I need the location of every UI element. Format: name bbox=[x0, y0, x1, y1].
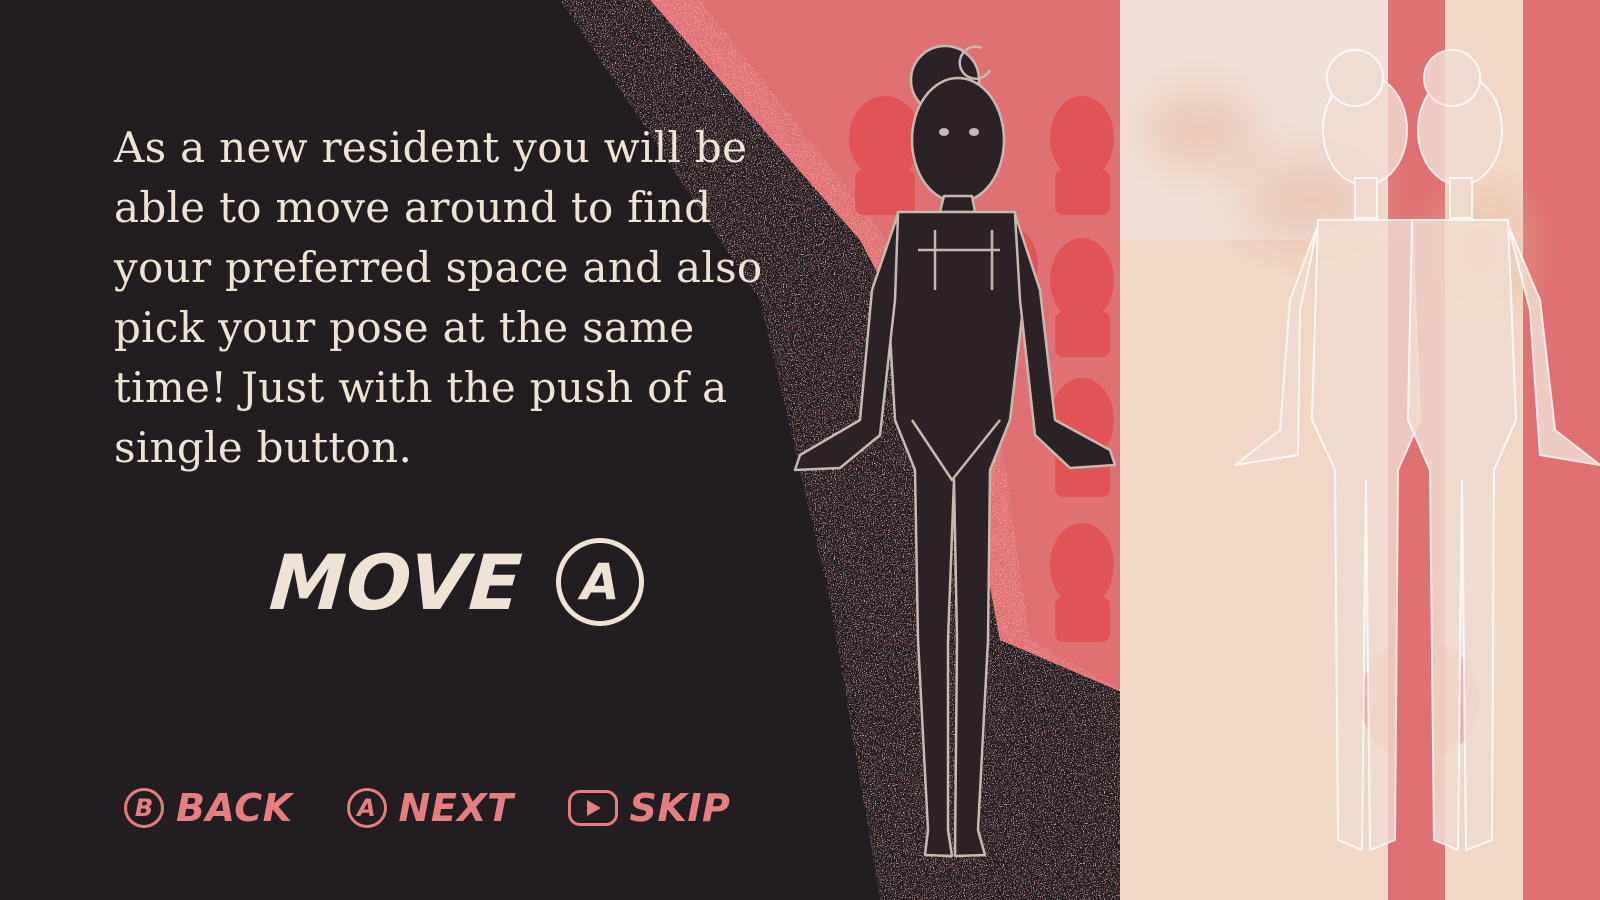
move-prompt: MOVE A bbox=[266, 532, 645, 632]
tutorial-text: As a new resident you will be able to mo… bbox=[114, 123, 763, 472]
b-button-glyph: B bbox=[134, 794, 154, 822]
play-icon bbox=[567, 790, 618, 826]
next-label: NEXT bbox=[398, 786, 514, 830]
next-button[interactable]: A NEXT bbox=[346, 786, 514, 830]
a-button-icon-small: A bbox=[346, 788, 387, 828]
a-button-icon: A bbox=[556, 538, 645, 626]
back-button[interactable]: B BACK bbox=[124, 786, 293, 830]
a-button-glyph-small: A bbox=[357, 794, 376, 822]
skip-button[interactable]: SKIP bbox=[567, 786, 731, 830]
skip-label: SKIP bbox=[629, 786, 731, 830]
nav-bar: B BACK A NEXT SKIP bbox=[124, 786, 784, 830]
a-button-glyph: A bbox=[580, 553, 620, 611]
back-label: BACK bbox=[176, 786, 293, 830]
move-label: MOVE bbox=[266, 537, 526, 627]
b-button-icon: B bbox=[124, 788, 164, 828]
